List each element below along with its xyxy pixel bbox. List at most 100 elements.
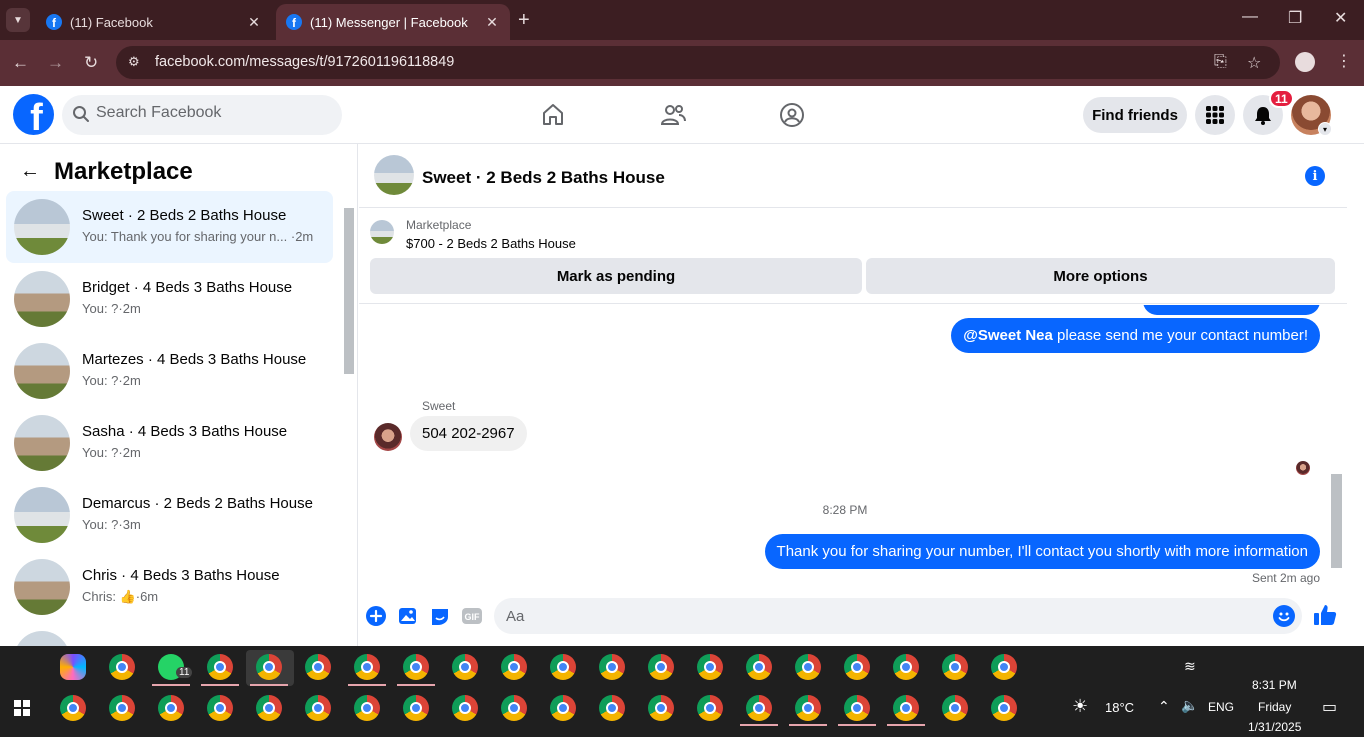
browser-menu-icon[interactable]: ⋮ bbox=[1336, 51, 1352, 71]
conversation-item-sasha[interactable]: Sasha · 4 Beds 3 Baths House You: ?·2m bbox=[6, 407, 333, 479]
conversation-item-partial[interactable] bbox=[6, 623, 333, 646]
menu-button[interactable] bbox=[1195, 95, 1235, 135]
address-bar[interactable]: ⚙ facebook.com/messages/t/91726011961188… bbox=[116, 46, 1280, 79]
conversation-item-chris[interactable]: Chris · 4 Beds 3 Baths House Chris: 👍·6m bbox=[6, 551, 333, 623]
back-arrow-icon[interactable]: ← bbox=[12, 53, 29, 73]
chrome-icon[interactable] bbox=[697, 695, 723, 721]
chat-avatar[interactable] bbox=[374, 155, 414, 195]
facebook-logo-icon[interactable]: f bbox=[13, 94, 54, 135]
plus-circle-icon[interactable] bbox=[365, 605, 387, 627]
chrome-icon[interactable] bbox=[648, 654, 674, 680]
forward-arrow-icon[interactable]: → bbox=[47, 53, 64, 73]
tab-search-button[interactable]: ▼ bbox=[6, 8, 30, 32]
reload-icon[interactable]: ↻ bbox=[84, 53, 98, 73]
chrome-icon[interactable] bbox=[403, 695, 429, 721]
gif-icon[interactable]: GIF bbox=[461, 605, 483, 627]
emoji-icon[interactable] bbox=[1273, 605, 1295, 627]
chrome-icon[interactable] bbox=[60, 695, 86, 721]
chrome-icon[interactable] bbox=[256, 654, 282, 680]
chrome-icon[interactable] bbox=[697, 654, 723, 680]
chrome-icon[interactable] bbox=[991, 695, 1017, 721]
conversation-list-scrollbar[interactable] bbox=[343, 196, 355, 644]
chrome-icon[interactable] bbox=[452, 654, 478, 680]
conversation-item-bridget[interactable]: Bridget · 4 Beds 3 Baths House You: ?·2m bbox=[6, 263, 333, 335]
chrome-icon[interactable] bbox=[599, 695, 625, 721]
more-options-button[interactable]: More options bbox=[866, 258, 1335, 294]
photo-icon[interactable] bbox=[397, 605, 419, 627]
find-friends-button[interactable]: Find friends bbox=[1083, 97, 1187, 133]
scrollbar-thumb[interactable] bbox=[1331, 474, 1342, 568]
chrome-icon[interactable] bbox=[599, 654, 625, 680]
conversation-item-martezes[interactable]: Martezes · 4 Beds 3 Baths House You: ?·2… bbox=[6, 335, 333, 407]
tab-close-icon[interactable]: ✕ bbox=[484, 14, 500, 31]
home-icon[interactable] bbox=[540, 102, 566, 128]
chrome-icon[interactable] bbox=[305, 695, 331, 721]
chrome-icon[interactable] bbox=[158, 695, 184, 721]
groups-icon[interactable] bbox=[779, 102, 805, 128]
listing-thumbnail[interactable] bbox=[370, 220, 394, 244]
chrome-icon[interactable] bbox=[795, 654, 821, 680]
chrome-icon[interactable] bbox=[550, 654, 576, 680]
back-arrow-icon[interactable]: ← bbox=[20, 160, 40, 183]
clock-time[interactable]: 8:31 PM bbox=[1252, 678, 1297, 692]
windows-start-icon[interactable] bbox=[14, 700, 30, 716]
new-tab-button[interactable]: + bbox=[518, 9, 530, 32]
message-thread-scrollbar[interactable] bbox=[1329, 304, 1345, 588]
chrome-icon[interactable] bbox=[354, 654, 380, 680]
wifi-icon[interactable]: ≋ bbox=[1184, 658, 1196, 675]
chrome-icon[interactable] bbox=[942, 654, 968, 680]
chrome-icon[interactable] bbox=[207, 654, 233, 680]
copilot-icon[interactable] bbox=[60, 654, 86, 680]
chrome-icon[interactable] bbox=[109, 654, 135, 680]
chrome-icon[interactable] bbox=[795, 695, 821, 721]
tab-messenger[interactable]: f (11) Messenger | Facebook ✕ bbox=[276, 4, 510, 40]
sticker-icon[interactable] bbox=[429, 605, 451, 627]
chrome-icon[interactable] bbox=[991, 654, 1017, 680]
weather-icon[interactable]: ☀ bbox=[1072, 696, 1088, 717]
chrome-icon[interactable] bbox=[109, 695, 135, 721]
chrome-icon[interactable] bbox=[648, 695, 674, 721]
tab-close-icon[interactable]: ✕ bbox=[246, 14, 262, 31]
chrome-icon[interactable] bbox=[893, 654, 919, 680]
chevron-up-icon[interactable]: ⌃ bbox=[1158, 698, 1170, 715]
tab-facebook[interactable]: f (11) Facebook ✕ bbox=[36, 4, 272, 40]
url-text[interactable]: facebook.com/messages/t/9172601196118849 bbox=[155, 54, 454, 70]
chrome-icon[interactable] bbox=[942, 695, 968, 721]
message-bubble-incoming[interactable]: 504 202-2967 bbox=[410, 416, 527, 451]
chrome-icon[interactable] bbox=[403, 654, 429, 680]
message-bubble-outgoing[interactable] bbox=[1143, 305, 1320, 315]
chrome-icon[interactable] bbox=[746, 654, 772, 680]
info-icon[interactable]: i bbox=[1305, 166, 1325, 186]
listing-price[interactable]: $700 - 2 Beds 2 Baths House bbox=[406, 236, 576, 251]
bookmark-star-icon[interactable]: ☆ bbox=[1247, 53, 1261, 73]
input-language[interactable]: ENG bbox=[1208, 700, 1234, 714]
weather-temperature[interactable]: 18°C bbox=[1105, 700, 1134, 715]
install-app-icon[interactable]: ⎘ bbox=[1214, 53, 1227, 71]
chrome-icon[interactable] bbox=[256, 695, 282, 721]
chat-title[interactable]: Sweet · 2 Beds 2 Baths House bbox=[422, 168, 665, 188]
profile-icon[interactable] bbox=[1295, 52, 1315, 72]
thumbs-up-icon[interactable] bbox=[1312, 602, 1338, 628]
chrome-icon[interactable] bbox=[844, 695, 870, 721]
chrome-icon[interactable] bbox=[501, 654, 527, 680]
speaker-icon[interactable]: 🔈 bbox=[1181, 697, 1198, 714]
search-input[interactable] bbox=[96, 104, 326, 122]
chrome-icon[interactable] bbox=[746, 695, 772, 721]
restore-button[interactable]: ❐ bbox=[1288, 8, 1302, 28]
mark-as-pending-button[interactable]: Mark as pending bbox=[370, 258, 862, 294]
chevron-down-icon[interactable]: ▾ bbox=[1318, 122, 1332, 136]
close-window-button[interactable]: ✕ bbox=[1334, 8, 1347, 28]
message-bubble-outgoing[interactable]: @Sweet Nea please send me your contact n… bbox=[951, 318, 1320, 353]
friends-icon[interactable] bbox=[660, 102, 686, 128]
site-info-icon[interactable]: ⚙ bbox=[128, 54, 144, 70]
scrollbar-thumb[interactable] bbox=[344, 208, 354, 374]
sender-avatar[interactable] bbox=[374, 423, 402, 451]
chrome-icon[interactable] bbox=[207, 695, 233, 721]
chrome-icon[interactable] bbox=[452, 695, 478, 721]
conversation-item-demarcus[interactable]: Demarcus · 2 Beds 2 Baths House You: ?·3… bbox=[6, 479, 333, 551]
chrome-icon[interactable] bbox=[893, 695, 919, 721]
message-input[interactable] bbox=[494, 598, 1302, 634]
chrome-icon[interactable] bbox=[501, 695, 527, 721]
chrome-icon[interactable] bbox=[550, 695, 576, 721]
clock-day[interactable]: Friday bbox=[1258, 700, 1291, 714]
